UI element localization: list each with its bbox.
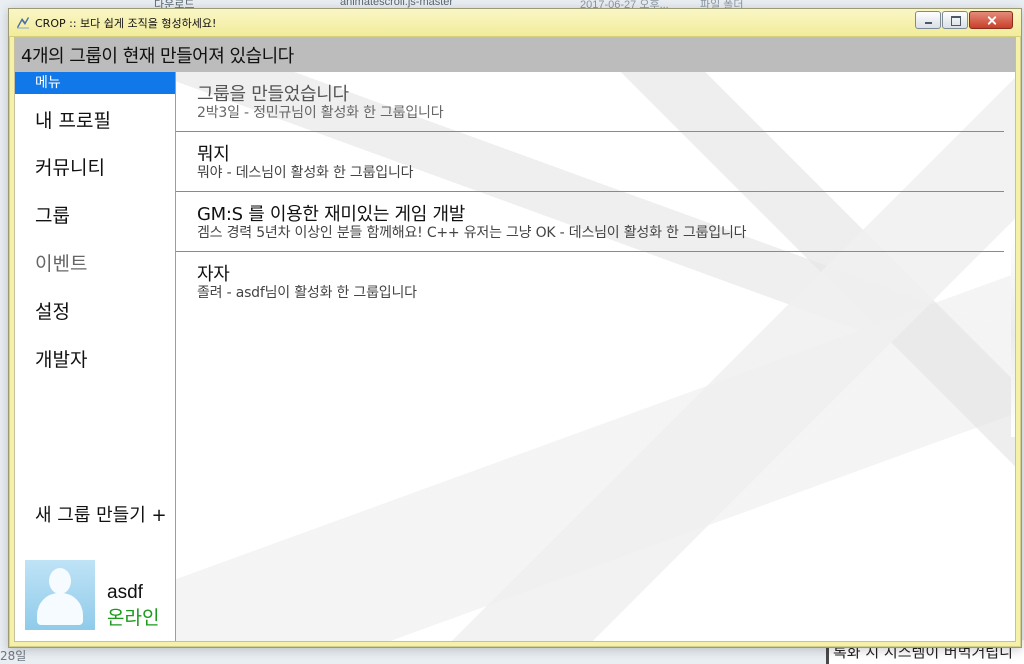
desktop: 다운로드 animatescroll.js-master 2017-06-27 … <box>0 0 1024 664</box>
sidebar-item-community[interactable]: 커뮤니티 <box>35 153 105 180</box>
group-row[interactable]: 그룹을 만들었습니다 2박3일 - 정민규님이 활성화 한 그룹입니다 <box>176 72 1004 132</box>
sidebar-menu-label: 메뉴 <box>15 72 175 94</box>
group-list: 그룹을 만들었습니다 2박3일 - 정민규님이 활성화 한 그룹입니다 뭐지 뭐… <box>176 72 1004 312</box>
group-row[interactable]: 뭐지 뭐야 - 데스님이 활성화 한 그룹입니다 <box>176 132 1004 192</box>
sidebar: 메뉴 내 프로필 커뮤니티 그룹 이벤트 설정 개발자 새 그룹 만들기 + a… <box>15 72 176 641</box>
avatar-body <box>37 593 83 625</box>
page-header: 4개의 그룹이 현재 만들어져 있습니다 <box>15 38 1015 72</box>
sidebar-item-groups[interactable]: 그룹 <box>35 201 70 228</box>
content-area: 4개의 그룹이 현재 만들어져 있습니다 메뉴 내 프로필 커뮤니티 그룹 이벤… <box>14 37 1016 642</box>
group-row[interactable]: 자자 졸려 - asdf님이 활성화 한 그룹입니다 <box>176 252 1004 312</box>
profile-name: asdf <box>107 582 143 603</box>
sidebar-item-settings[interactable]: 설정 <box>35 297 70 324</box>
group-row[interactable]: GM:S 를 이용한 재미있는 게임 개발 겜스 경력 5년차 이상인 분들 함… <box>176 192 1004 252</box>
app-window: CROP :: 보다 쉽게 조직을 형성하세요! 4개의 그룹이 현재 만들어져… <box>8 8 1022 648</box>
group-list-panel: 그룹을 만들었습니다 2박3일 - 정민규님이 활성화 한 그룹입니다 뭐지 뭐… <box>176 72 1015 641</box>
page-header-text: 4개의 그룹이 현재 만들어져 있습니다 <box>21 46 294 67</box>
background-bottom-left-text: 28일 <box>0 649 27 663</box>
window-title: CROP :: 보다 쉽게 조직을 형성하세요! <box>35 17 217 30</box>
group-subtitle: 졸려 - asdf님이 활성화 한 그룹입니다 <box>197 285 417 301</box>
maximize-button[interactable] <box>942 11 968 29</box>
group-subtitle: 겜스 경력 5년차 이상인 분들 함께해요! C++ 유저는 그냥 OK - 데… <box>197 225 747 241</box>
background-folder-2: animatescroll.js-master <box>340 0 454 8</box>
avatar-head <box>49 568 71 594</box>
title-bar[interactable]: CROP :: 보다 쉽게 조직을 형성하세요! <box>9 9 1021 37</box>
close-button[interactable] <box>969 11 1013 29</box>
group-subtitle: 2박3일 - 정민규님이 활성화 한 그룹입니다 <box>197 105 444 121</box>
user-avatar-icon <box>25 560 95 630</box>
sidebar-item-events[interactable]: 이벤트 <box>35 249 87 276</box>
right-shadow-strip <box>1011 232 1015 437</box>
window-controls <box>915 11 1013 29</box>
minimize-button[interactable] <box>915 11 941 29</box>
group-subtitle: 뭐야 - 데스님이 활성화 한 그룹입니다 <box>197 165 414 181</box>
profile-status: 온라인 <box>107 607 160 629</box>
crop-app-icon <box>17 17 29 29</box>
user-profile[interactable]: asdf 온라인 <box>25 560 175 633</box>
sidebar-item-developer[interactable]: 개발자 <box>35 345 87 372</box>
sidebar-item-profile[interactable]: 내 프로필 <box>35 106 111 133</box>
new-group-button[interactable]: 새 그룹 만들기 + <box>35 501 167 527</box>
